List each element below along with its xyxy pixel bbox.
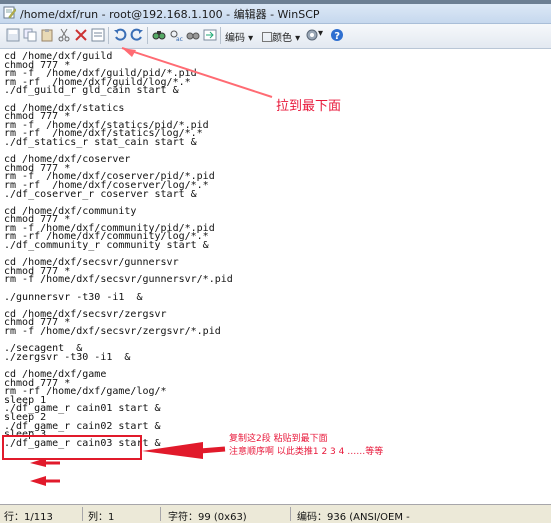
- status-bar: 行：1/113 列：1 字符：99 (0x63) 编码：936 (ANSI/OE…: [0, 504, 551, 523]
- settings-gear-icon[interactable]: [305, 28, 319, 42]
- editor-line[interactable]: ./df_guild_r gld_cain start &: [4, 86, 233, 96]
- delete-icon[interactable]: [74, 28, 88, 42]
- goto-line-icon[interactable]: [203, 28, 217, 42]
- properties-icon[interactable]: [91, 28, 105, 42]
- redo-icon[interactable]: [130, 28, 144, 42]
- editor-toolbar: ac 编码 ▾ 颜色 ▾ ▾ ?: [0, 24, 551, 49]
- color-swatch: [262, 32, 272, 42]
- encoding-label: 编码: [225, 33, 245, 44]
- editor-line[interactable]: ./df_community_r community start &: [4, 241, 233, 251]
- find-icon[interactable]: [152, 28, 166, 42]
- color-label: 颜色: [272, 33, 292, 44]
- status-char: 字符：99 (0x63): [168, 512, 247, 523]
- editor-text[interactable]: cd /home/dxf/guild chmod 777 * rm -f /home…: [4, 52, 233, 448]
- encoding-dropdown[interactable]: 编码 ▾: [225, 29, 253, 44]
- order-instruction-note: 注意顺序啊 以此类推1 2 3 4 ……等等: [229, 447, 384, 457]
- copy-icon[interactable]: [23, 28, 37, 42]
- editor-app-icon: [3, 6, 16, 19]
- status-line: 行：1/113: [4, 512, 53, 523]
- paste-icon[interactable]: [40, 28, 54, 42]
- editor-line[interactable]: ./df_coserver_r coserver start &: [4, 189, 233, 200]
- toolbar-separator: [108, 27, 109, 44]
- undo-icon[interactable]: [113, 28, 127, 42]
- editor-line[interactable]: ./gunnersvr -t30 -i1 &: [4, 292, 233, 303]
- settings-dropdown-arrow[interactable]: ▾: [318, 28, 323, 39]
- title-bar: /home/dxf/run - root@192.168.1.100 - 编辑器…: [0, 4, 551, 24]
- scroll-to-bottom-note: 拉到最下面: [276, 99, 342, 114]
- copy-instruction-note: 复制这2段 粘贴到最下面: [229, 434, 328, 444]
- help-icon[interactable]: ?: [330, 28, 344, 42]
- editor-line[interactable]: rm -f /home/dxf/secsvr/gunnersvr/*.pid: [4, 275, 233, 285]
- find-next-icon[interactable]: [186, 28, 200, 42]
- svg-text:ac: ac: [176, 36, 183, 42]
- svg-text:?: ?: [334, 31, 340, 42]
- editor-line[interactable]: rm -f /home/dxf/secsvr/zergsvr/*.pid: [4, 327, 233, 337]
- toolbar-separator: [147, 27, 148, 44]
- status-column: 列：1: [88, 512, 115, 523]
- save-icon[interactable]: [6, 28, 20, 42]
- replace-icon[interactable]: ac: [169, 28, 183, 42]
- color-dropdown[interactable]: 颜色 ▾: [262, 29, 300, 44]
- window-title: /home/dxf/run - root@192.168.1.100 - 编辑器…: [20, 8, 320, 21]
- highlight-box: [2, 435, 142, 460]
- status-encoding: 编码：936 (ANSI/OEM -: [297, 512, 410, 523]
- editor-line[interactable]: ./zergsvr -t30 -i1 &: [4, 353, 233, 363]
- cut-icon[interactable]: [57, 28, 71, 42]
- editor-line[interactable]: ./df_statics_r stat_cain start &: [4, 138, 233, 148]
- toolbar-separator: [220, 27, 221, 44]
